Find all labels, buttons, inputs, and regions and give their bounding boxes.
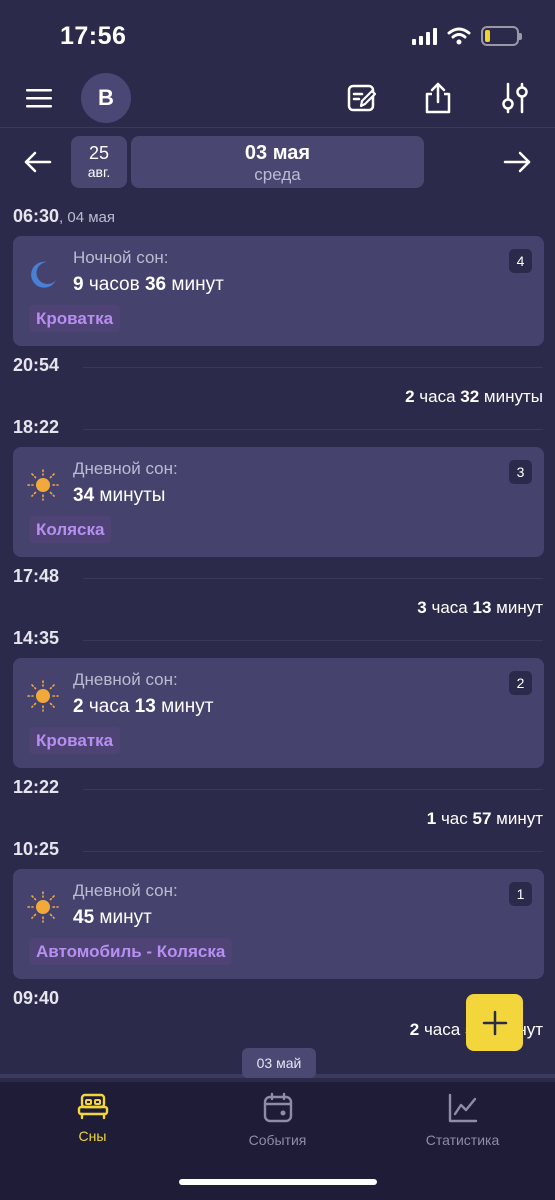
battery-level (485, 30, 490, 42)
scroll-date-chip: 03 май (242, 1048, 316, 1078)
tab-label: Сны (78, 1128, 107, 1144)
arrow-right-icon (503, 151, 531, 173)
sun-icon (27, 891, 59, 923)
battery-icon (481, 26, 522, 46)
sleep-duration: 2 часа 13 минут (73, 696, 214, 717)
time-divider (83, 578, 543, 579)
time-label: 09:40 (13, 988, 60, 1008)
time-marker: 14:35 (13, 628, 543, 654)
current-date-chip[interactable]: 03 мая среда (131, 136, 424, 188)
prev-date-month: авг. (87, 164, 111, 180)
bed-icon (77, 1093, 108, 1120)
tab-events[interactable]: События (185, 1092, 370, 1148)
awake-duration: 2 часа 32 минуты (405, 387, 543, 406)
time-marker: 12:22 (13, 777, 543, 803)
avatar[interactable]: B (81, 73, 131, 123)
filter-button[interactable] (493, 76, 537, 120)
time-label: 06:30 (13, 206, 60, 226)
sleep-type-label: Ночной сон: (73, 248, 169, 267)
add-sleep-button[interactable] (466, 994, 523, 1051)
time-marker: 10:25 (13, 839, 543, 865)
time-label: 10:25 (13, 839, 60, 859)
hamburger-icon (26, 89, 52, 108)
awake-duration: 1 час 57 минут (426, 809, 543, 828)
status-icons (412, 26, 522, 46)
sleep-type-label: Дневной сон: (73, 670, 178, 689)
sleep-index-badge: 1 (509, 882, 532, 906)
sun-icon (27, 680, 59, 712)
time-label: 17:48 (13, 566, 60, 586)
sleep-card-day[interactable]: Дневной сон: 45 минут 1 Автомобиль - Кол… (13, 869, 544, 979)
tab-statistics[interactable]: Статистика (370, 1092, 555, 1148)
status-time: 17:56 (60, 22, 127, 50)
tab-label: События (248, 1132, 307, 1148)
time-marker: 20:54 (13, 355, 543, 381)
next-day-button[interactable] (495, 140, 539, 184)
cellular-signal-icon (412, 27, 437, 45)
time-marker: 06:30, 04 мая (13, 206, 543, 232)
sun-icon (27, 469, 59, 501)
sleep-place-tag: Коляска (29, 516, 112, 543)
date-navigation: 25 авг. 03 мая среда (0, 134, 555, 190)
tab-sleep[interactable]: Сны (0, 1092, 185, 1144)
sleep-duration: 45 минут (73, 907, 152, 928)
sleep-index-badge: 4 (509, 249, 532, 273)
arrow-left-icon (24, 151, 52, 173)
edit-note-icon (347, 84, 377, 112)
chart-icon (448, 1093, 477, 1123)
time-divider (83, 429, 543, 430)
sleep-duration: 9 часов 36 минут (73, 274, 224, 295)
sleep-index-badge: 2 (509, 671, 532, 695)
share-button[interactable] (416, 76, 460, 120)
sleep-type-label: Дневной сон: (73, 459, 178, 478)
time-label: 20:54 (13, 355, 60, 375)
sleep-place-tag: Кроватка (29, 727, 121, 754)
time-marker: 17:48 (13, 566, 543, 592)
plus-icon (482, 1010, 507, 1035)
sleep-place-tag: Кроватка (29, 305, 121, 332)
sleep-card-day[interactable]: Дневной сон: 2 часа 13 минут 2 Кроватка (13, 658, 544, 768)
status-bar: 17:56 (0, 0, 555, 70)
sleep-index-badge: 3 (509, 460, 532, 484)
time-label: 12:22 (13, 777, 60, 797)
prev-day-button[interactable] (16, 140, 60, 184)
time-divider (83, 851, 543, 852)
awake-duration: 3 часа 13 минут (417, 598, 543, 617)
time-divider (83, 367, 543, 368)
prev-date-day: 25 (88, 143, 110, 163)
previous-date-chip[interactable]: 25 авг. (71, 136, 127, 188)
current-weekday: среда (254, 165, 301, 184)
sleep-card-night[interactable]: Ночной сон: 9 часов 36 минут 4 Кроватка (13, 236, 544, 346)
menu-button[interactable] (17, 76, 61, 120)
time-marker: 18:22 (13, 417, 543, 443)
avatar-letter: B (98, 85, 114, 110)
current-date: 03 мая (244, 142, 311, 164)
sleep-card-day[interactable]: Дневной сон: 34 минуты 3 Коляска (13, 447, 544, 557)
home-indicator (179, 1179, 377, 1185)
time-label: 14:35 (13, 628, 60, 648)
moon-icon (31, 261, 56, 288)
sleep-place-tag: Автомобиль - Коляска (29, 938, 233, 965)
wifi-icon (447, 27, 471, 45)
time-divider (83, 640, 543, 641)
tab-label: Статистика (425, 1132, 500, 1148)
time-sublabel: , 04 мая (59, 209, 116, 226)
edit-button[interactable] (340, 76, 384, 120)
sliders-icon (502, 82, 528, 114)
calendar-icon (263, 1092, 292, 1123)
time-marker: 09:40 (13, 988, 543, 1014)
toolbar: B (0, 70, 555, 128)
time-label: 18:22 (13, 417, 60, 437)
sleep-duration: 34 минуты (73, 485, 166, 506)
share-icon (425, 82, 451, 114)
sleep-type-label: Дневной сон: (73, 881, 178, 900)
time-divider (83, 789, 543, 790)
